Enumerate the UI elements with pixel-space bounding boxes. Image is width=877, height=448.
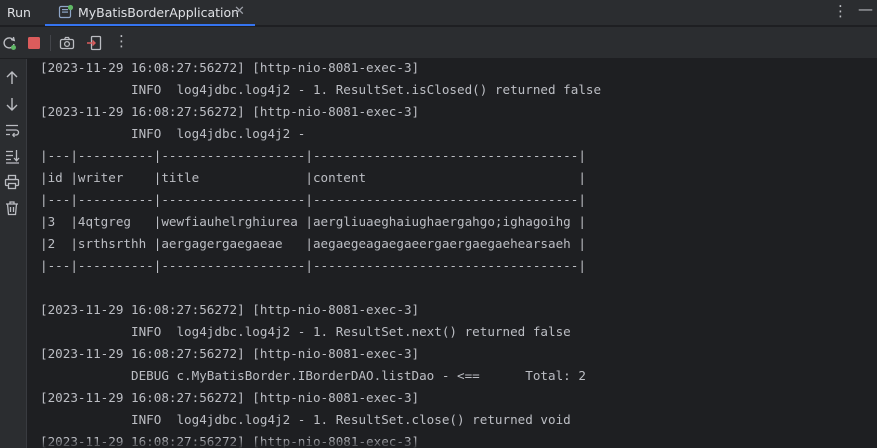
- toolbar-separator: [50, 35, 51, 51]
- console-line: DEBUG c.MyBatisBorder.IBorderDAO.listDao…: [40, 368, 586, 383]
- console-line: |id |writer |title |content |: [40, 170, 586, 185]
- run-toolbar: ⋮: [0, 27, 877, 59]
- console-line: [2023-11-29 16:08:27:56272] [http-nio-80…: [40, 302, 420, 317]
- active-tab-indicator: [45, 24, 255, 26]
- rerun-icon[interactable]: [1, 35, 17, 51]
- scroll-to-end-icon[interactable]: [4, 148, 20, 164]
- console-line: [2023-11-29 16:08:27:56272] [http-nio-80…: [40, 60, 420, 75]
- console-line: INFO log4jdbc.log4j2 - 1. ResultSet.isCl…: [40, 82, 602, 97]
- soft-wrap-icon[interactable]: [4, 122, 20, 138]
- more-icon[interactable]: ⋮: [114, 32, 129, 50]
- spring-boot-app-icon: [58, 4, 74, 19]
- console-line: |3 |4qtgreg |wewfiauhelrghiurea |aergliu…: [40, 214, 586, 229]
- camera-icon[interactable]: [59, 35, 75, 51]
- print-icon[interactable]: [4, 174, 20, 190]
- console-line: [2023-11-29 16:08:27:56272] [http-nio-80…: [40, 390, 420, 405]
- tab-mybatis-border-application[interactable]: MyBatisBorderApplication ✕: [45, 0, 255, 26]
- exit-icon[interactable]: [86, 35, 102, 51]
- console-line: [2023-11-29 16:08:27:56272] [http-nio-80…: [40, 104, 420, 119]
- arrow-down-icon[interactable]: [4, 96, 20, 112]
- console-line: INFO log4jdbc.log4j2 -: [40, 126, 306, 141]
- console-line: [2023-11-29 16:08:27:56272] [http-nio-80…: [40, 346, 420, 361]
- console-line: |---|----------|-------------------|----…: [40, 258, 586, 273]
- console-line: |---|----------|-------------------|----…: [40, 192, 586, 207]
- trash-icon[interactable]: [4, 200, 20, 216]
- console-lines: [2023-11-29 16:08:27:56272] [http-nio-80…: [40, 59, 601, 448]
- more-options-icon[interactable]: ⋮: [833, 2, 848, 20]
- tab-label: MyBatisBorderApplication: [78, 5, 240, 20]
- console-line: INFO log4jdbc.log4j2 - 1. ResultSet.next…: [40, 324, 571, 339]
- console-line: INFO log4jdbc.log4j2 - 1. ResultSet.clos…: [40, 412, 571, 427]
- stop-icon[interactable]: [26, 35, 42, 51]
- run-tool-window-header: Run MyBatisBorderApplication ✕ ⋮ —: [0, 0, 877, 26]
- minimize-icon[interactable]: —: [858, 0, 873, 18]
- console-line: |---|----------|-------------------|----…: [40, 148, 586, 163]
- console-output[interactable]: [2023-11-29 16:08:27:56272] [http-nio-80…: [28, 59, 877, 448]
- arrow-up-icon[interactable]: [4, 70, 20, 86]
- console-side-toolbar: [0, 59, 27, 448]
- close-icon[interactable]: ✕: [234, 4, 245, 19]
- console-line: |2 |srthsrthh |aergagergaegaeae |aegaege…: [40, 236, 586, 251]
- bottom-fade: [28, 438, 877, 448]
- run-tool-window-title: Run: [7, 5, 31, 20]
